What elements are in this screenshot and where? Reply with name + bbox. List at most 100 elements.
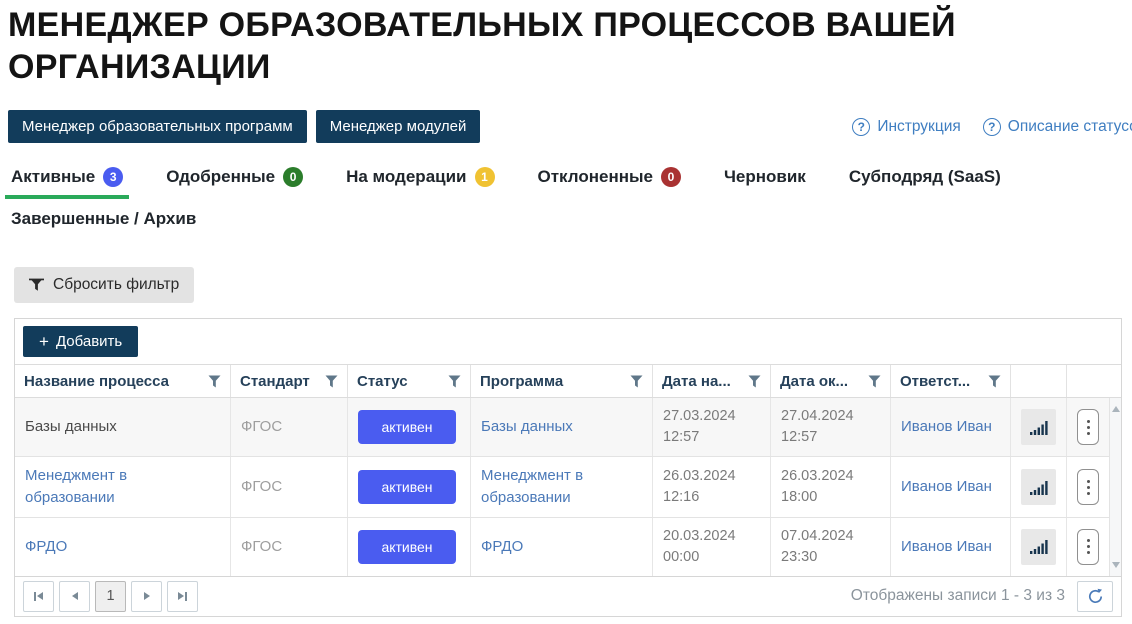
status-badge: активен	[358, 410, 456, 444]
status-badge: активен	[358, 470, 456, 504]
first-page-icon	[34, 592, 36, 601]
status-description-link-label: Описание статусов	[1008, 118, 1132, 136]
start-time: 12:16	[663, 487, 699, 508]
tab-approved[interactable]: Одобренные 0	[163, 167, 306, 199]
table-header-row: Название процесса Стандарт Статус Програ…	[15, 364, 1121, 397]
table-scrollbar[interactable]	[1109, 398, 1121, 576]
start-time: 00:00	[663, 547, 699, 568]
tab-approved-count-badge: 0	[283, 167, 303, 187]
tab-draft[interactable]: Черновик	[721, 167, 809, 199]
manager-nav-buttons: Менеджер образовательных программ Менедж…	[8, 110, 480, 143]
pager-buttons: 1	[23, 581, 198, 612]
cell-end-date: 07.04.2024 23:30	[771, 518, 891, 576]
add-button[interactable]: + Добавить	[23, 326, 138, 357]
column-header-chart	[1011, 365, 1067, 397]
status-description-link[interactable]: ? Описание статусов	[983, 118, 1132, 136]
instruction-link-label: Инструкция	[877, 118, 960, 136]
tab-moderation[interactable]: На модерации 1	[343, 167, 497, 199]
cell-process-name-link[interactable]: ФРДО	[15, 518, 231, 576]
filter-funnel-icon[interactable]	[448, 375, 461, 388]
column-header-status-label: Статус	[357, 373, 408, 390]
cell-standard: ФГОС	[231, 398, 348, 456]
end-time: 12:57	[781, 427, 817, 448]
tab-rejected[interactable]: Отклоненные 0	[535, 167, 684, 199]
toolbar: Менеджер образовательных программ Менедж…	[0, 110, 1132, 143]
filter-funnel-icon[interactable]	[988, 375, 1001, 388]
records-summary: Отображены записи 1 - 3 из 3	[851, 587, 1065, 605]
cell-start-date: 26.03.2024 12:16	[653, 457, 771, 517]
instruction-link[interactable]: ? Инструкция	[852, 118, 960, 136]
row-menu-button[interactable]	[1077, 469, 1099, 505]
table-toolbar: + Добавить	[15, 319, 1121, 364]
column-header-end-date-label: Дата ок...	[780, 373, 848, 390]
page-number-button[interactable]: 1	[95, 581, 126, 612]
cell-process-name-link[interactable]: Менеджмент в образовании	[15, 457, 231, 517]
filter-funnel-icon[interactable]	[630, 375, 643, 388]
pagination-bar: 1 Отображены записи 1 - 3 из 3	[15, 576, 1121, 616]
tab-moderation-count-badge: 1	[475, 167, 495, 187]
column-header-name: Название процесса	[15, 365, 231, 397]
table-row: Менеджмент в образовании ФГОС активен Ме…	[15, 456, 1109, 517]
filter-funnel-icon[interactable]	[868, 375, 881, 388]
prev-page-icon	[72, 592, 78, 600]
start-time: 12:57	[663, 427, 699, 448]
prev-page-button[interactable]	[59, 581, 90, 612]
cell-program-link[interactable]: Базы данных	[471, 398, 653, 456]
next-page-button[interactable]	[131, 581, 162, 612]
cell-program-link[interactable]: Менеджмент в образовании	[471, 457, 653, 517]
process-table: + Добавить Название процесса Стандарт Ст…	[14, 318, 1122, 617]
column-header-start-date: Дата на...	[653, 365, 771, 397]
plus-icon: +	[39, 333, 49, 350]
cell-end-date: 27.04.2024 12:57	[771, 398, 891, 456]
table-row: Базы данных ФГОС активен Базы данных 27.…	[15, 398, 1109, 456]
cell-status: активен	[348, 398, 471, 456]
row-menu-button[interactable]	[1077, 529, 1099, 565]
cell-chart	[1011, 518, 1067, 576]
end-time: 23:30	[781, 547, 817, 568]
cell-end-date: 26.03.2024 18:00	[771, 457, 891, 517]
cell-actions	[1067, 457, 1109, 517]
module-manager-button[interactable]: Менеджер модулей	[316, 110, 481, 143]
tab-active[interactable]: Активные 3	[8, 167, 126, 199]
tab-draft-label: Черновик	[724, 167, 806, 187]
tab-rejected-count-badge: 0	[661, 167, 681, 187]
table-body: Базы данных ФГОС активен Базы данных 27.…	[15, 397, 1121, 576]
filter-funnel-icon[interactable]	[325, 375, 338, 388]
reset-filter-button[interactable]: Сбросить фильтр	[14, 267, 194, 303]
statistics-button[interactable]	[1021, 529, 1056, 565]
cell-responsible[interactable]: Иванов Иван	[891, 457, 1011, 517]
first-page-button[interactable]	[23, 581, 54, 612]
tab-active-count-badge: 3	[103, 167, 123, 187]
cell-standard: ФГОС	[231, 518, 348, 576]
end-date: 07.04.2024	[781, 526, 854, 547]
row-menu-button[interactable]	[1077, 409, 1099, 445]
column-header-status: Статус	[348, 365, 471, 397]
filter-reset-icon	[29, 278, 44, 292]
column-header-program-label: Программа	[480, 373, 563, 390]
tab-rejected-label: Отклоненные	[538, 167, 653, 187]
program-manager-button[interactable]: Менеджер образовательных программ	[8, 110, 307, 143]
scroll-down-icon[interactable]	[1110, 558, 1121, 572]
start-date: 27.03.2024	[663, 406, 736, 427]
filter-funnel-icon[interactable]	[208, 375, 221, 388]
filter-funnel-icon[interactable]	[748, 375, 761, 388]
column-header-name-label: Название процесса	[24, 373, 169, 390]
kebab-icon	[1087, 480, 1090, 483]
cell-program-link[interactable]: ФРДО	[471, 518, 653, 576]
column-header-program: Программа	[471, 365, 653, 397]
cell-start-date: 20.03.2024 00:00	[653, 518, 771, 576]
scroll-up-icon[interactable]	[1110, 402, 1121, 416]
cell-chart	[1011, 457, 1067, 517]
tab-archive[interactable]: Завершенные / Архив	[8, 209, 199, 241]
tab-subcontract[interactable]: Субподряд (SaaS)	[846, 167, 1004, 199]
cell-responsible[interactable]: Иванов Иван	[891, 518, 1011, 576]
add-button-label: Добавить	[56, 333, 122, 350]
last-page-button[interactable]	[167, 581, 198, 612]
statistics-button[interactable]	[1021, 469, 1056, 505]
statistics-button[interactable]	[1021, 409, 1056, 445]
bar-chart-icon	[1030, 539, 1048, 554]
cell-standard: ФГОС	[231, 457, 348, 517]
next-page-icon	[144, 592, 150, 600]
cell-responsible[interactable]: Иванов Иван	[891, 398, 1011, 456]
refresh-button[interactable]	[1077, 581, 1113, 612]
